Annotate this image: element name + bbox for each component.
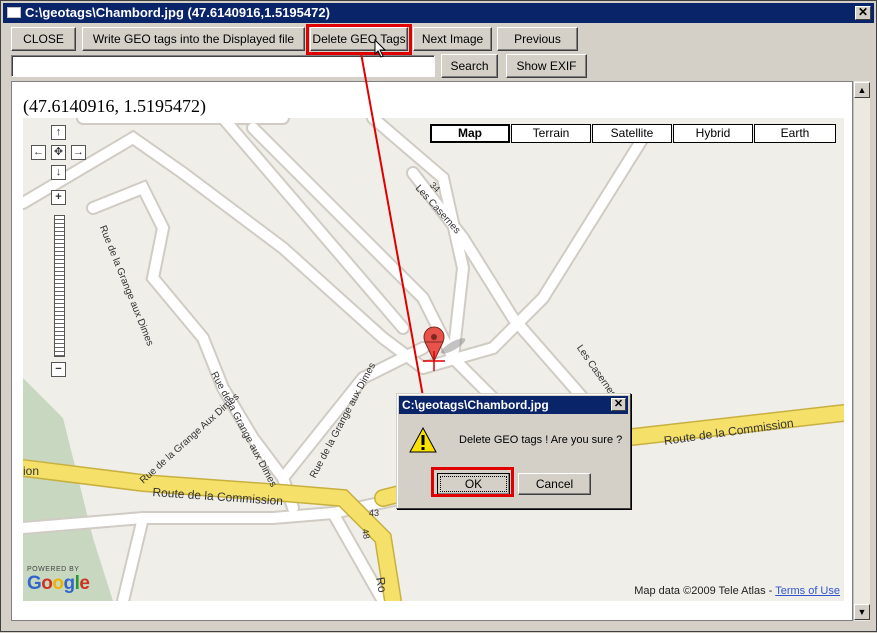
map-attribution: Map data ©2009 Tele Atlas - Terms of Use: [634, 585, 840, 597]
map-type-earth[interactable]: Earth: [754, 124, 836, 143]
pan-center-icon[interactable]: ✥: [51, 145, 66, 160]
google-wordmark: Google: [27, 573, 90, 595]
map-type-map[interactable]: Map: [430, 124, 510, 143]
dialog-close-button[interactable]: ✕: [611, 398, 626, 411]
dialog-titlebar: C:\geotags\Chambord.jpg ✕: [399, 396, 628, 414]
powered-by-label: POWERED BY: [27, 566, 80, 573]
dialog-message: Delete GEO tags ! Are you sure ?: [459, 434, 623, 446]
google-letter: g: [63, 573, 76, 594]
window-close-button[interactable]: ✕: [855, 6, 871, 20]
google-logo: POWERED BY Google: [27, 566, 90, 595]
road-number: 48: [360, 528, 372, 540]
google-map[interactable]: Rue de la Grange aux Dimes Rue de la Gra…: [23, 118, 844, 601]
write-geo-tags-button[interactable]: Write GEO tags into the Displayed file: [82, 27, 305, 51]
window-icon: [7, 7, 21, 18]
map-type-hybrid[interactable]: Hybrid: [673, 124, 753, 143]
dialog-title: C:\geotags\Chambord.jpg: [402, 398, 549, 412]
road-number: Ro: [373, 576, 390, 594]
google-letter: o: [52, 573, 64, 594]
google-letter: e: [79, 573, 90, 594]
zoom-out-icon[interactable]: −: [51, 362, 66, 377]
google-letter: G: [27, 573, 42, 594]
pan-down-icon[interactable]: ↓: [51, 165, 66, 180]
attribution-text: Map data ©2009 Tele Atlas -: [634, 585, 776, 597]
road-number: 43: [369, 508, 380, 518]
coordinates-heading: (47.6140916, 1.5195472): [23, 96, 206, 116]
scroll-up-button[interactable]: ▲: [854, 82, 870, 98]
show-exif-button[interactable]: Show EXIF: [506, 54, 587, 78]
scroll-down-button[interactable]: ▼: [854, 604, 870, 620]
pan-right-icon[interactable]: →: [71, 145, 86, 160]
cancel-button[interactable]: Cancel: [518, 473, 591, 495]
mouse-cursor-icon: [374, 39, 387, 58]
previous-image-button[interactable]: Previous Image: [497, 27, 578, 68]
ok-highlight-box: [431, 467, 514, 497]
search-input[interactable]: [11, 55, 435, 77]
zoom-in-icon[interactable]: +: [51, 190, 66, 205]
street-label: ion: [23, 464, 40, 478]
terms-of-use-link[interactable]: Terms of Use: [775, 585, 840, 597]
map-type-terrain[interactable]: Terrain: [511, 124, 591, 143]
map-type-satellite[interactable]: Satellite: [592, 124, 672, 143]
vertical-scrollbar[interactable]: ▲ ▼: [853, 81, 870, 621]
google-letter: o: [41, 573, 53, 594]
zoom-slider[interactable]: [54, 215, 65, 357]
next-image-button[interactable]: Next Image: [413, 27, 492, 51]
window-title: C:\geotags\Chambord.jpg (47.6140916,1.51…: [25, 5, 330, 20]
search-button[interactable]: Search: [441, 54, 498, 78]
delete-highlight-box: [306, 24, 412, 55]
window-titlebar: C:\geotags\Chambord.jpg (47.6140916,1.51…: [3, 3, 874, 23]
pan-left-icon[interactable]: ←: [31, 145, 46, 160]
close-button[interactable]: CLOSE: [11, 27, 76, 51]
main-window: C:\geotags\Chambord.jpg (47.6140916,1.51…: [0, 0, 877, 632]
warning-icon: [409, 426, 437, 453]
pan-up-icon[interactable]: ↑: [51, 125, 66, 140]
